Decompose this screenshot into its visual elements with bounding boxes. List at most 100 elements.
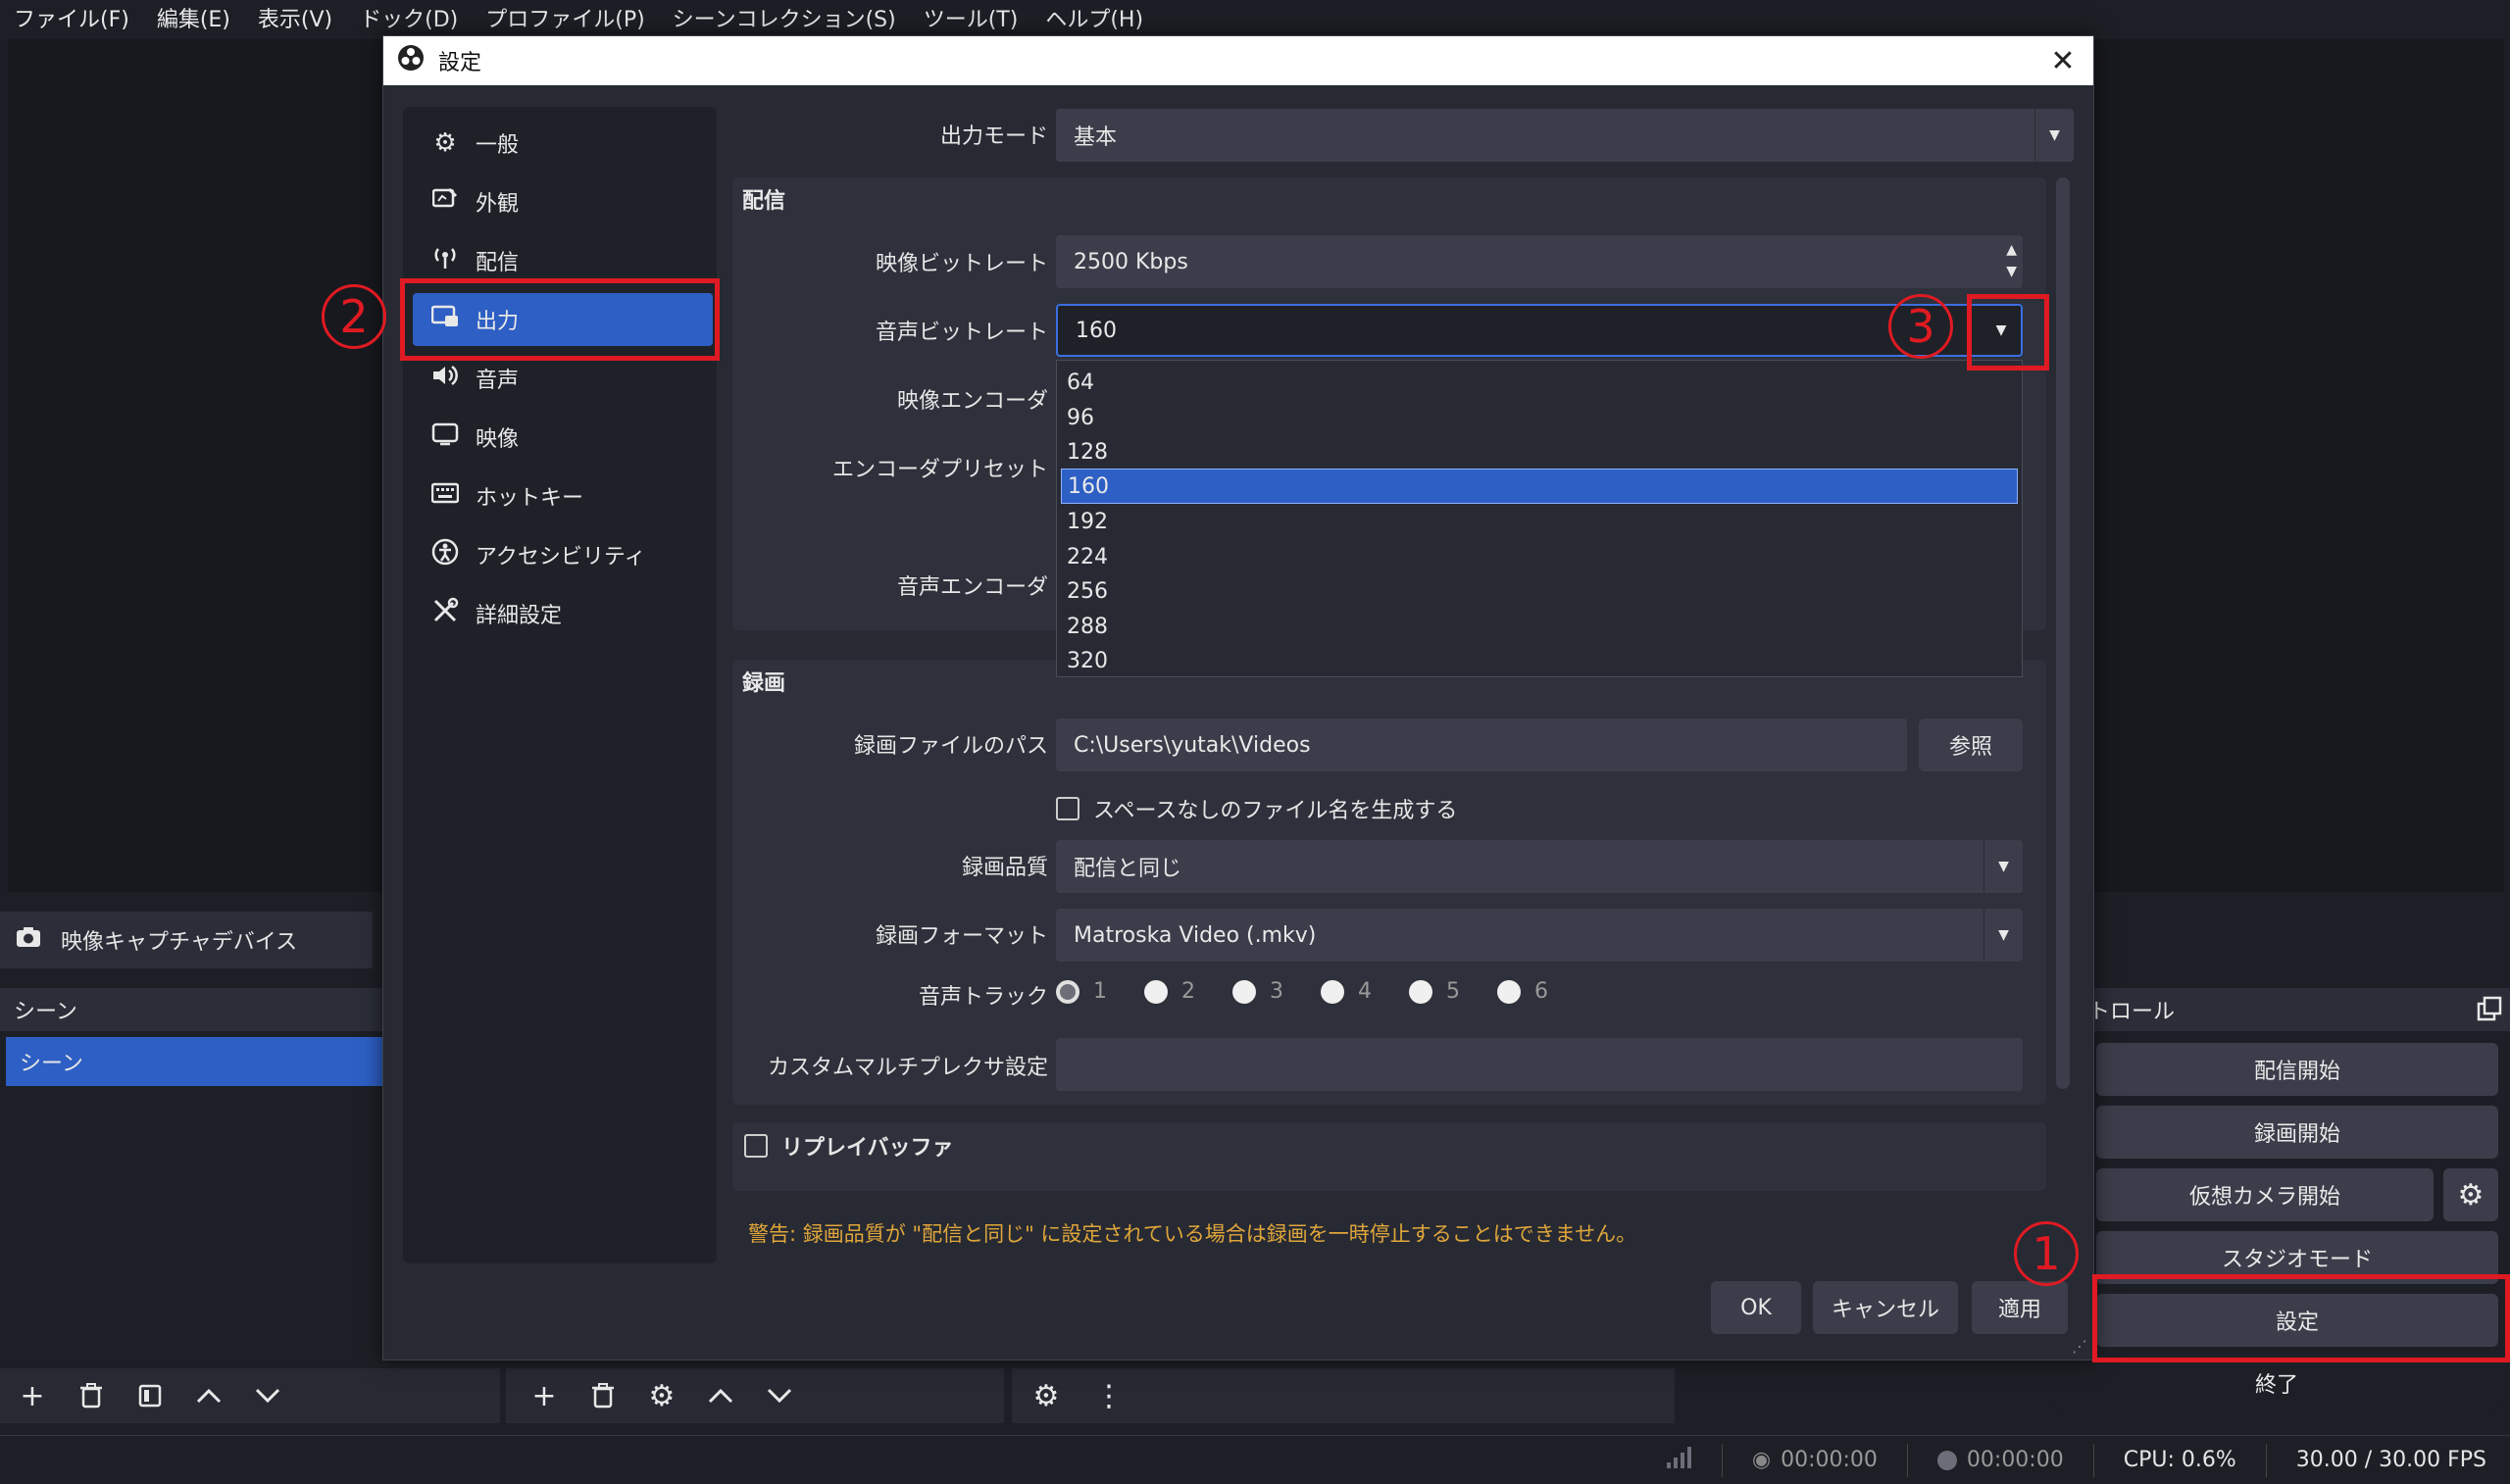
dialog-title: 設定 — [438, 51, 482, 75]
sidebar-item-accessibility[interactable]: アクセシビリティ — [413, 528, 713, 581]
audio-bitrate-label: 音声ビットレート — [875, 321, 1048, 345]
speaker-icon — [430, 364, 460, 394]
audio-bitrate-select[interactable]: 160 ▼ — [1056, 304, 2023, 357]
recording-quality-select[interactable]: 配信と同じ ▼ — [1056, 840, 2023, 893]
menu-scene-collection[interactable]: シーンコレクション(S) — [659, 2, 910, 33]
audio-bitrate-dropdown-list: 64 96 128 160 192 224 256 288 320 — [1056, 360, 2023, 677]
sidebar-item-label: 音声 — [476, 369, 520, 393]
filter-icon[interactable] — [133, 1379, 167, 1412]
cancel-button[interactable]: キャンセル — [1813, 1281, 1958, 1334]
track-label: 4 — [1358, 979, 1372, 1004]
bitrate-option-64[interactable]: 64 — [1061, 365, 2018, 400]
bitrate-option-128[interactable]: 128 — [1061, 434, 2018, 470]
more-options-icon[interactable]: ⋮ — [1092, 1379, 1126, 1413]
spin-arrows-icon[interactable]: ▲ ▼ — [2006, 239, 2017, 282]
add-icon[interactable]: + — [16, 1379, 49, 1413]
close-icon[interactable]: ✕ — [2046, 44, 2080, 78]
menu-file[interactable]: ファイル(F) — [0, 2, 143, 33]
virtual-camera-settings-button[interactable]: ⚙ — [2443, 1168, 2498, 1221]
chevron-down-icon[interactable] — [251, 1379, 284, 1412]
sidebar-item-hotkeys[interactable]: ホットキー — [413, 470, 713, 522]
trash-icon[interactable] — [75, 1379, 108, 1412]
scene-item[interactable]: シーン — [6, 1037, 382, 1086]
menu-edit[interactable]: 編集(E) — [143, 2, 244, 33]
replay-buffer-row[interactable]: リプレイバッファ — [744, 1130, 954, 1162]
chevron-up-icon[interactable] — [192, 1379, 226, 1412]
video-bitrate-spinbox[interactable]: 2500 Kbps ▲ ▼ — [1056, 235, 2023, 288]
add-icon[interactable]: + — [527, 1379, 561, 1413]
chevron-down-icon[interactable] — [763, 1379, 796, 1412]
bitrate-option-96[interactable]: 96 — [1061, 400, 2018, 435]
custom-muxer-input[interactable] — [1056, 1038, 2023, 1091]
trash-icon[interactable] — [586, 1379, 620, 1412]
start-virtual-camera-button[interactable]: 仮想カメラ開始 — [2096, 1168, 2434, 1221]
encoder-preset-label: エンコーダプリセット — [831, 458, 1048, 482]
recording-format-value: Matroska Video (.mkv) — [1074, 922, 1317, 948]
track-label: 5 — [1446, 979, 1460, 1004]
nospace-checkbox[interactable] — [1056, 797, 1079, 820]
output-mode-select[interactable]: 基本 ▼ — [1056, 109, 2074, 162]
sidebar-item-label: 配信 — [476, 251, 520, 275]
annotation-number-3: 3 — [1888, 294, 1953, 359]
recording-format-label: 録画フォーマット — [875, 924, 1048, 949]
advanced-audio-icon[interactable]: ⚙ — [1029, 1379, 1063, 1413]
track-radio-1[interactable] — [1056, 979, 1079, 1004]
browse-button[interactable]: 参照 — [1919, 718, 2023, 771]
track-radio-4[interactable] — [1321, 979, 1344, 1004]
camera-icon — [16, 926, 41, 954]
undock-icon[interactable] — [2477, 996, 2502, 1027]
bitrate-option-256[interactable]: 256 — [1061, 573, 2018, 609]
gear-icon[interactable]: ⚙ — [645, 1379, 678, 1413]
sidebar-item-label: 映像 — [476, 427, 520, 452]
sidebar-item-general[interactable]: ⚙ 一般 — [413, 117, 713, 170]
start-recording-button[interactable]: 録画開始 — [2096, 1106, 2498, 1159]
track-radio-6[interactable] — [1497, 979, 1521, 1004]
menu-tools[interactable]: ツール(T) — [910, 2, 1032, 33]
sidebar-item-label: 外観 — [476, 192, 520, 217]
menu-profile[interactable]: プロファイル(P) — [472, 2, 658, 33]
track-radio-3[interactable] — [1232, 979, 1256, 1004]
obs-logo-icon — [397, 44, 425, 77]
fps-readout: 30.00 / 30.00 FPS — [2295, 1448, 2486, 1472]
recording-quality-label: 録画品質 — [961, 856, 1048, 880]
controls-title: トロール — [2088, 1000, 2176, 1024]
annotation-box-output — [400, 278, 720, 361]
track-radio-2[interactable] — [1144, 979, 1168, 1004]
chevron-up-icon[interactable] — [704, 1379, 737, 1412]
exit-button[interactable]: 終了 — [2055, 1357, 2498, 1410]
stream-time: 00:00:00 — [1781, 1448, 1878, 1472]
menu-view[interactable]: 表示(V) — [244, 2, 346, 33]
content-scrollbar[interactable] — [2056, 177, 2070, 1089]
sidebar-item-video[interactable]: 映像 — [413, 411, 713, 464]
menu-help[interactable]: ヘルプ(H) — [1031, 2, 1157, 33]
track-radio-5[interactable] — [1409, 979, 1432, 1004]
streaming-group-title: 配信 — [742, 189, 786, 214]
resize-grip-icon[interactable]: ⋰ — [2072, 1337, 2087, 1356]
recording-format-select[interactable]: Matroska Video (.mkv) ▼ — [1056, 909, 2023, 962]
bitrate-option-320[interactable]: 320 — [1061, 643, 2018, 678]
bitrate-option-160[interactable]: 160 — [1061, 469, 2018, 504]
recording-path-input[interactable]: C:\Users\yutak\Videos — [1056, 718, 1907, 771]
ok-button[interactable]: OK — [1711, 1281, 1801, 1334]
video-bitrate-value: 2500 Kbps — [1074, 249, 1188, 274]
sidebar-item-appearance[interactable]: 外観 — [413, 175, 713, 228]
source-label[interactable]: 映像キャプチャデバイス — [61, 924, 297, 956]
start-streaming-button[interactable]: 配信開始 — [2096, 1043, 2498, 1096]
replay-buffer-checkbox[interactable] — [744, 1134, 768, 1158]
menu-dock[interactable]: ドック(D) — [346, 2, 472, 33]
nospace-checkbox-row[interactable]: スペースなしのファイル名を生成する — [1056, 793, 1457, 824]
stream-status: ◉ 00:00:00 — [1752, 1448, 1878, 1472]
audio-track-group: 1 2 3 4 5 6 — [1056, 979, 1548, 1004]
audio-track-label: 音声トラック — [918, 985, 1048, 1010]
divider — [2092, 1443, 2094, 1477]
divider — [1721, 1443, 1723, 1477]
sidebar-item-label: アクセシビリティ — [476, 545, 646, 569]
apply-button[interactable]: 適用 — [1972, 1281, 2068, 1334]
bitrate-option-288[interactable]: 288 — [1061, 609, 2018, 644]
gear-icon: ⚙ — [2457, 1177, 2485, 1212]
bitrate-option-192[interactable]: 192 — [1061, 504, 2018, 539]
video-bitrate-label: 映像ビットレート — [875, 252, 1048, 276]
sidebar-item-advanced[interactable]: 詳細設定 — [413, 587, 713, 640]
controls-header: トロール — [2088, 988, 2510, 1031]
bitrate-option-224[interactable]: 224 — [1061, 539, 2018, 574]
